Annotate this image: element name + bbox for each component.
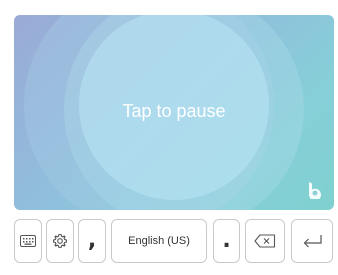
comma-key-label: ,	[87, 228, 97, 253]
enter-icon	[303, 235, 322, 248]
keyboard-icon	[20, 235, 36, 247]
backspace-icon	[254, 234, 276, 248]
keyboard-toggle-button[interactable]	[14, 219, 42, 263]
comma-key[interactable]: ,	[78, 219, 106, 263]
enter-button[interactable]	[291, 219, 333, 263]
gear-icon	[52, 233, 68, 249]
settings-button[interactable]	[46, 219, 74, 263]
backspace-button[interactable]	[245, 219, 285, 263]
keyboard-row: , English (US) .	[0, 219, 338, 265]
voice-input-panel[interactable]: Tap to pause	[14, 15, 334, 210]
tap-to-pause-label[interactable]: Tap to pause	[14, 101, 334, 122]
period-key-label: .	[222, 228, 231, 253]
space-key-label: English (US)	[128, 235, 190, 247]
bixby-logo-icon	[309, 182, 321, 199]
period-key[interactable]: .	[213, 219, 240, 263]
voice-input-screen: Tap to pause , English (US) .	[0, 0, 338, 275]
space-key[interactable]: English (US)	[111, 219, 207, 263]
